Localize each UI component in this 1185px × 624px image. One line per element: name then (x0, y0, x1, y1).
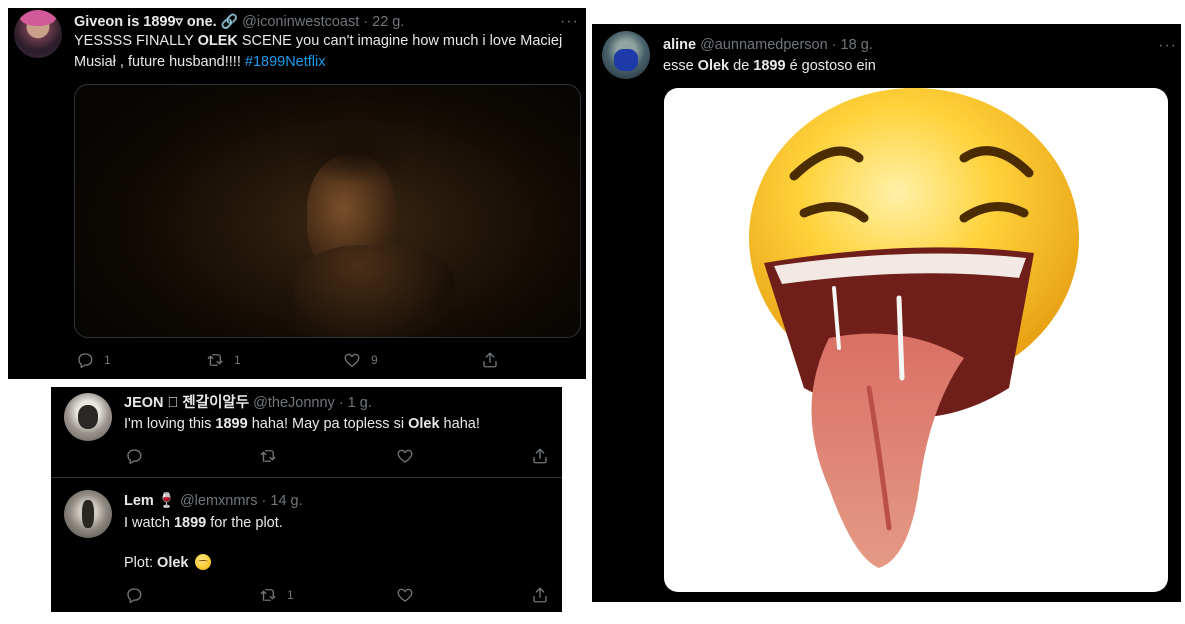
like-button[interactable] (396, 447, 414, 465)
avatar[interactable] (64, 490, 112, 538)
reply-icon (125, 447, 143, 465)
tweet-card-giveon[interactable]: Giveon is 1899▿ one. 🔗 @iconinwestcoast … (8, 8, 586, 379)
wine-glass-icon: 🍷 (157, 493, 176, 509)
handle[interactable]: @theJonnny (253, 395, 335, 411)
share-icon (531, 447, 549, 465)
reply-count: 1 (104, 353, 111, 367)
handle[interactable]: @iconinwestcoast (242, 14, 359, 30)
tweet-card-jeon[interactable]: JEON  젠갈이알두 @theJonnny · 1 g. I'm lovin… (51, 387, 562, 477)
tweet-media-image[interactable] (74, 84, 581, 338)
tweet-text: I'm loving this 1899 haha! May pa toples… (124, 414, 480, 435)
avatar[interactable] (64, 393, 112, 441)
reply-button[interactable] (125, 447, 143, 465)
timestamp[interactable]: · 22 g. (363, 14, 404, 30)
share-button[interactable] (481, 351, 499, 369)
avatar[interactable] (602, 31, 650, 79)
hashtag-link[interactable]: #1899Netflix (245, 54, 326, 70)
like-button[interactable] (396, 586, 414, 604)
reply-icon (125, 586, 143, 604)
reply-icon (76, 351, 94, 369)
tweet-text-line-2: Plot: Olek (124, 553, 211, 574)
text-segment-bold: 1899 (215, 416, 248, 432)
reply-button[interactable]: 1 (76, 351, 111, 369)
share-icon (481, 351, 499, 369)
like-icon (343, 351, 361, 369)
text-segment: for the plot. (206, 515, 283, 531)
retweet-button[interactable] (259, 447, 277, 465)
text-segment-bold: 1899 (173, 515, 207, 531)
text-segment: é gostoso ein (785, 58, 876, 74)
tweet-text-line-1: I watch 1899 for the plot. (124, 513, 283, 534)
text-segment: haha! (439, 416, 480, 432)
like-icon (396, 447, 414, 465)
retweet-icon (259, 586, 277, 604)
like-button[interactable]: 9 (343, 351, 378, 369)
like-count: 9 (371, 353, 378, 367)
retweet-button[interactable]: 1 (206, 351, 241, 369)
share-icon (531, 586, 549, 604)
tweet-media-image[interactable] (664, 88, 1168, 592)
retweet-button[interactable]: 1 (259, 586, 294, 604)
text-segment: esse (663, 58, 698, 74)
share-button[interactable] (531, 586, 549, 604)
timestamp[interactable]: · 14 g. (262, 493, 303, 509)
drooling-emoji-image (749, 88, 1079, 568)
text-segment-bold: OLEK (197, 33, 238, 49)
retweet-icon (259, 447, 277, 465)
tweet-card-aline[interactable]: aline @aunnamedperson · 18 g. ··· esse O… (592, 24, 1181, 602)
like-icon (396, 586, 414, 604)
tweet-header: JEON  젠갈이알두 @theJonnny · 1 g. (124, 394, 372, 412)
text-segment: de (729, 58, 754, 74)
display-name[interactable]: Giveon is 1899▿ one. (74, 14, 217, 30)
text-segment-bold: Olek (157, 555, 189, 571)
more-options-button[interactable]: ··· (560, 14, 579, 30)
link-icon: 🔗 (220, 13, 239, 29)
emoji-icon (194, 554, 211, 570)
display-name[interactable]: aline (663, 37, 696, 53)
tweet-text: esse Olek de 1899 é gostoso ein (663, 56, 876, 77)
text-segment: I'm loving this (124, 416, 216, 432)
display-name[interactable]: JEON  젠갈이알두 (124, 395, 249, 411)
timestamp[interactable]: · 1 g. (339, 395, 372, 411)
text-segment: Plot: (124, 555, 158, 571)
tweet-header: Lem 🍷 @lemxnmrs · 14 g. (124, 492, 303, 510)
display-name[interactable]: Lem (124, 493, 154, 509)
tweet-card-lem[interactable]: Lem 🍷 @lemxnmrs · 14 g. I watch 1899 for… (51, 478, 562, 612)
retweet-count: 1 (234, 353, 241, 367)
retweet-count: 1 (287, 588, 294, 602)
tweet-text: YESSSS FINALLY OLEK SCENE you can't imag… (74, 31, 574, 73)
tweet-header: aline @aunnamedperson · 18 g. (663, 36, 873, 54)
handle[interactable]: @lemxnmrs (180, 493, 258, 509)
text-segment-bold: 1899 (753, 58, 786, 74)
timestamp[interactable]: · 18 g. (832, 37, 873, 53)
tweet-header: Giveon is 1899▿ one. 🔗 @iconinwestcoast … (74, 12, 404, 31)
retweet-icon (206, 351, 224, 369)
share-button[interactable] (531, 447, 549, 465)
text-segment: I watch (124, 515, 174, 531)
tweet-thread-card: JEON  젠갈이알두 @theJonnny · 1 g. I'm lovin… (51, 387, 562, 612)
reply-button[interactable] (125, 586, 143, 604)
text-segment-bold: Olek (408, 416, 440, 432)
text-segment-bold: Olek (697, 58, 730, 74)
text-segment: haha! May pa topless si (247, 416, 409, 432)
text-segment: YESSSS FINALLY (74, 33, 198, 49)
more-options-button[interactable]: ··· (1158, 38, 1177, 54)
avatar[interactable] (14, 10, 62, 58)
handle[interactable]: @aunnamedperson (700, 37, 828, 53)
